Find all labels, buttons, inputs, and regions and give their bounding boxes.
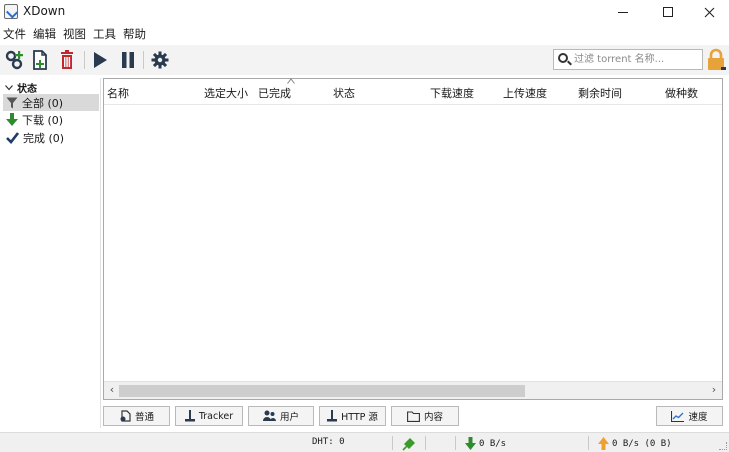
resize-grip-icon[interactable] xyxy=(719,442,727,450)
settings-button[interactable] xyxy=(149,49,171,71)
status-bar: DHT: 0 0 B/s 0 B/s (0 B) xyxy=(0,432,729,452)
status-separator xyxy=(425,436,426,450)
tab-label: HTTP 源 xyxy=(341,412,378,423)
dht-status: DHT: 0 xyxy=(312,437,345,447)
status-separator xyxy=(455,436,456,450)
tab-label: Tracker xyxy=(198,410,234,422)
sidebar-item-label: 下载 (0) xyxy=(22,113,64,127)
table-header: 名称 选定大小 已完成 状态 下载速度 上传速度 剩余时间 做种数 xyxy=(104,78,722,105)
scrollbar-thumb[interactable] xyxy=(119,385,525,397)
close-icon xyxy=(704,7,715,17)
resume-button[interactable] xyxy=(89,49,111,71)
column-download-speed[interactable]: 下载速度 xyxy=(430,85,474,101)
maximize-icon xyxy=(662,7,673,17)
tracker-icon xyxy=(184,410,195,422)
sidebar-item-completed[interactable]: 完成 (0) xyxy=(3,129,99,146)
status-sidebar: 状态 全部 (0) 下载 (0) 完成 (0) xyxy=(2,78,101,428)
title-bar: XDown xyxy=(0,0,729,24)
horizontal-scrollbar[interactable]: ‹ › xyxy=(104,381,722,399)
status-separator xyxy=(588,436,589,450)
search-icon xyxy=(558,53,568,63)
minimize-button[interactable] xyxy=(600,0,645,24)
checkmark-icon xyxy=(6,131,19,144)
download-arrow-icon xyxy=(6,113,18,126)
sidebar-item-downloading[interactable]: 下载 (0) xyxy=(3,111,99,128)
chevron-down-icon xyxy=(5,84,13,90)
add-torrent-button[interactable] xyxy=(4,49,26,71)
tab-label: 速度 xyxy=(688,412,708,423)
filter-input[interactable] xyxy=(574,52,699,67)
status-separator xyxy=(392,436,393,450)
close-button[interactable] xyxy=(687,0,729,24)
peers-icon xyxy=(262,410,276,421)
menu-help[interactable]: 帮助 xyxy=(123,26,151,42)
sidebar-item-label: 完成 (0) xyxy=(23,131,65,145)
filter-icon xyxy=(6,97,18,108)
menu-file[interactable]: 文件 xyxy=(3,26,31,42)
tab-tracker[interactable]: Tracker xyxy=(175,406,243,426)
upload-speed-status[interactable]: 0 B/s (0 B) xyxy=(598,437,672,450)
column-seeds[interactable]: 做种数 xyxy=(665,85,698,101)
sidebar-item-all[interactable]: 全部 (0) xyxy=(3,94,99,111)
maximize-button[interactable] xyxy=(645,0,690,24)
pause-icon xyxy=(122,52,134,68)
new-file-button[interactable] xyxy=(29,49,51,71)
new-file-icon xyxy=(33,50,47,70)
folder-icon xyxy=(407,410,420,422)
general-icon xyxy=(120,410,131,422)
toolbar-separator xyxy=(143,51,144,69)
tab-general[interactable]: 普通 xyxy=(103,406,170,426)
http-source-icon xyxy=(327,410,338,422)
menu-view[interactable]: 视图 xyxy=(63,26,91,42)
lock-button[interactable] xyxy=(706,48,726,72)
menu-bar: 文件 编辑 视图 工具 帮助 xyxy=(0,24,729,44)
tab-content[interactable]: 内容 xyxy=(391,406,459,426)
sidebar-heading-label: 状态 xyxy=(17,84,37,95)
plug-connection-icon xyxy=(402,438,415,451)
sort-indicator-icon xyxy=(287,78,295,84)
filter-search-box[interactable] xyxy=(553,49,703,70)
scroll-right-icon[interactable]: › xyxy=(708,384,720,396)
column-eta[interactable]: 剩余时间 xyxy=(578,85,622,101)
download-arrow-icon xyxy=(465,437,476,450)
pause-button[interactable] xyxy=(117,49,139,71)
lock-icon xyxy=(708,48,726,70)
menu-tools[interactable]: 工具 xyxy=(93,26,121,42)
tab-http-sources[interactable]: HTTP 源 xyxy=(319,406,386,426)
tab-speed[interactable]: 速度 xyxy=(656,406,723,426)
minimize-icon xyxy=(617,11,628,13)
download-speed-value: 0 B/s xyxy=(479,438,507,449)
detail-tabs: 普通 Tracker 用户 HTTP 源 内容 速度 xyxy=(103,406,723,428)
tab-label: 内容 xyxy=(423,412,443,423)
sidebar-item-label: 全部 (0) xyxy=(22,96,64,110)
column-upload-speed[interactable]: 上传速度 xyxy=(503,85,547,101)
add-torrent-icon xyxy=(5,50,23,70)
download-speed-status[interactable]: 0 B/s xyxy=(465,437,506,450)
tab-label: 用户 xyxy=(279,412,299,423)
menu-edit[interactable]: 编辑 xyxy=(33,26,61,42)
window-title: XDown xyxy=(23,4,66,18)
toolbar-separator xyxy=(84,51,85,69)
upload-arrow-icon xyxy=(598,437,609,450)
app-icon xyxy=(4,4,18,19)
tab-label: 普通 xyxy=(134,412,154,423)
tab-peers[interactable]: 用户 xyxy=(248,406,314,426)
speed-chart-icon xyxy=(671,410,685,422)
column-completed[interactable]: 已完成 xyxy=(258,85,291,101)
delete-button[interactable] xyxy=(56,49,78,71)
settings-icon xyxy=(151,51,169,69)
column-selected-size[interactable]: 选定大小 xyxy=(204,85,248,101)
column-name[interactable]: 名称 xyxy=(107,85,129,101)
upload-speed-value: 0 B/s (0 B) xyxy=(612,438,672,449)
sidebar-heading[interactable]: 状态 xyxy=(5,80,37,95)
transfer-list[interactable]: 名称 选定大小 已完成 状态 下载速度 上传速度 剩余时间 做种数 ‹ › xyxy=(103,78,723,400)
delete-icon xyxy=(61,50,73,69)
play-icon xyxy=(94,52,107,68)
scroll-left-icon[interactable]: ‹ xyxy=(106,384,118,396)
connection-status[interactable] xyxy=(402,437,416,451)
column-status[interactable]: 状态 xyxy=(333,85,355,101)
